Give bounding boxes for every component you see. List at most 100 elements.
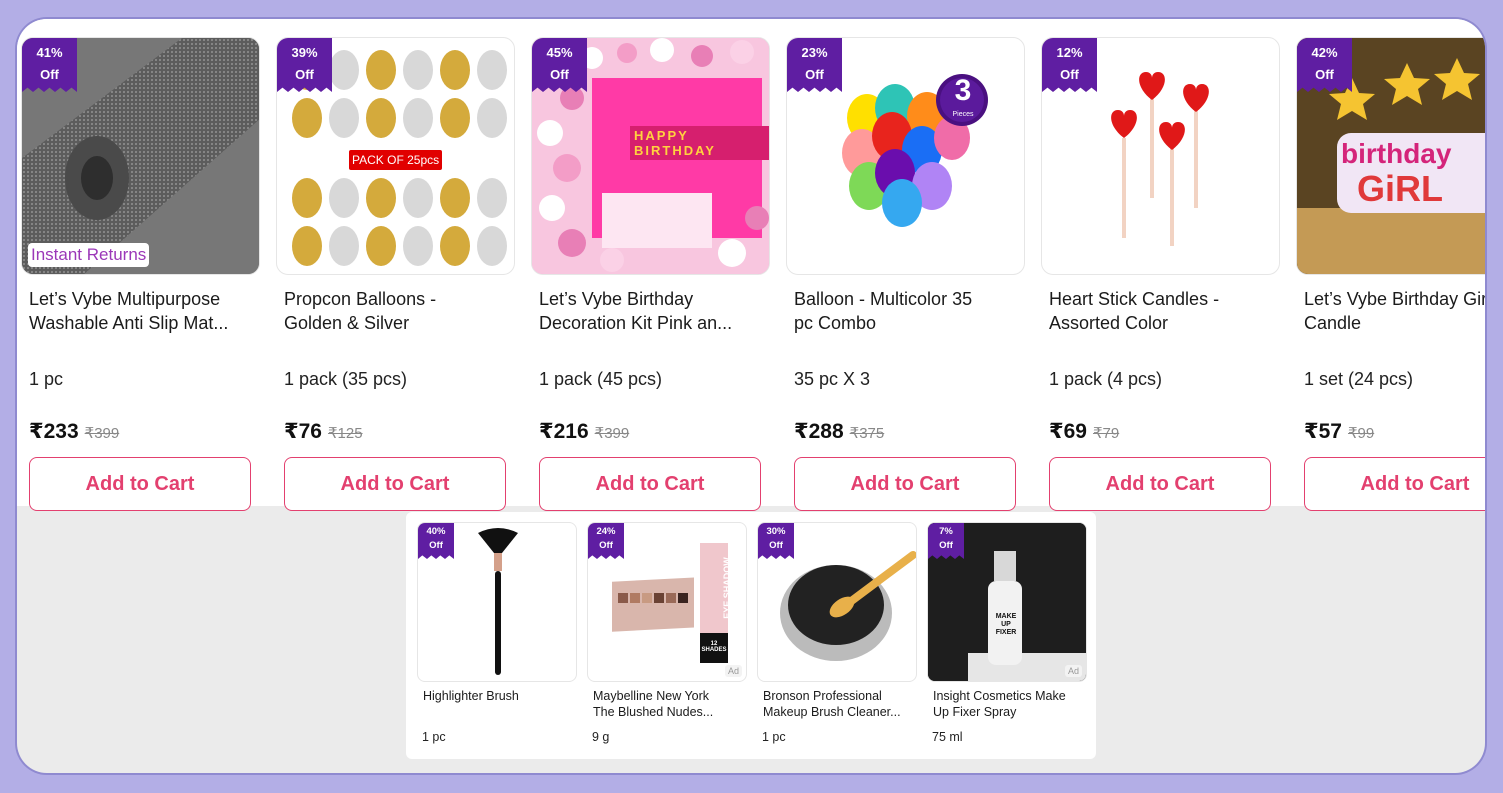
product-quantity: 1 pack (45 pcs)	[539, 369, 663, 389]
ad-product-card[interactable]: 30% Off Bronson Professional Makeup Brush …	[757, 522, 917, 752]
discount-badge: 7% Off	[928, 523, 964, 559]
product-quantity: 1 pc	[29, 369, 64, 389]
product-image[interactable]: 23% Off 3 Pieces	[786, 37, 1025, 275]
product-card[interactable]: 23% Off 3 Pieces Balloon - Multicolor 35…	[786, 37, 1025, 511]
discount-percent: 24%	[596, 526, 616, 537]
product-title-line1: Let’s Vybe Birthday	[539, 289, 694, 309]
ad-title-line1: Highlighter Brush	[423, 689, 519, 703]
product-price: ₹69 ₹79	[1049, 419, 1119, 444]
discount-percent: 42%	[1311, 45, 1338, 60]
ad-product-image[interactable]: 30% Off	[757, 522, 917, 682]
discount-off: Off	[429, 540, 443, 551]
product-title[interactable]: Balloon - Multicolor 35 pc Combo	[794, 287, 1022, 335]
discount-badge: 12% Off	[1042, 38, 1097, 92]
add-to-cart-button[interactable]: Add to Cart	[1049, 457, 1271, 511]
discount-off: Off	[805, 67, 824, 82]
selling-price: ₹233	[29, 420, 79, 443]
ad-title-line2: The Blushed Nudes...	[593, 705, 714, 719]
ad-product-image[interactable]: 24% Off EYE SHADOW 12 SHADES Ad	[587, 522, 747, 682]
discount-off: Off	[550, 67, 569, 82]
product-title-line1: Let’s Vybe Birthday Girl	[1304, 289, 1485, 309]
add-to-cart-button[interactable]: Add to Cart	[284, 457, 506, 511]
product-title[interactable]: Let’s Vybe Birthday Girl Candle	[1304, 287, 1485, 335]
eyeshadow-label: EYE SHADOW	[721, 557, 732, 619]
ad-product-card[interactable]: 7% Off MAKE UP FIXER Ad Insight Cosmetics…	[927, 522, 1087, 752]
instant-returns-tag: Instant Returns	[28, 243, 150, 267]
product-title[interactable]: Heart Stick Candles - Assorted Color	[1049, 287, 1277, 335]
product-carousel: 41% Off Instant Returns Let’s Vybe Multip…	[17, 19, 1485, 511]
product-price: ₹76 ₹125	[284, 419, 363, 444]
ad-product-quantity: 9 g	[592, 730, 610, 744]
product-title-line2: pc Combo	[794, 313, 877, 333]
ad-product-title[interactable]: Bronson Professional Makeup Brush Cleaner…	[763, 688, 915, 720]
discount-percent: 45%	[546, 45, 573, 60]
discount-badge: 39% Off	[277, 38, 332, 92]
product-quantity: 35 pc X 3	[794, 369, 871, 389]
product-image[interactable]: 39% Off PACK OF 25pcs	[276, 37, 515, 275]
mrp-price: ₹99	[1347, 425, 1375, 442]
ad-product-title[interactable]: Maybelline New York The Blushed Nudes...	[593, 688, 745, 720]
discount-badge: 45% Off	[532, 38, 587, 92]
ad-title-line1: Maybelline New York	[593, 689, 710, 703]
product-image[interactable]: 41% Off Instant Returns	[21, 37, 260, 275]
product-card[interactable]: 39% Off PACK OF 25pcs Propcon Balloons - G…	[276, 37, 515, 511]
product-card[interactable]: 45% Off HAPPY BIRTHDAY Let’s Vybe Birthda…	[531, 37, 770, 511]
add-to-cart-button[interactable]: Add to Cart	[1304, 457, 1485, 511]
discount-badge: 42% Off	[1297, 38, 1352, 92]
ad-title-line2: Up Fixer Spray	[933, 705, 1017, 719]
discount-percent: 40%	[426, 526, 446, 537]
product-quantity: 1 set (24 pcs)	[1304, 369, 1414, 389]
product-price: ₹288 ₹375	[794, 419, 884, 444]
mrp-price: ₹125	[327, 425, 363, 442]
selling-price: ₹288	[794, 420, 844, 443]
product-image[interactable]: 12% Off	[1041, 37, 1280, 275]
product-card[interactable]: 41% Off Instant Returns Let’s Vybe Multip…	[21, 37, 260, 511]
ad-product-card[interactable]: 40% Off Highlighter Brush 1 pc	[417, 522, 577, 752]
add-to-cart-button[interactable]: Add to Cart	[794, 457, 1016, 511]
product-title[interactable]: Let’s Vybe Multipurpose Washable Anti Sli…	[29, 287, 257, 335]
product-card[interactable]: 42% Off birthday GiRL Let’s Vybe Birthday…	[1296, 37, 1485, 511]
app-window: 41% Off Instant Returns Let’s Vybe Multip…	[17, 19, 1485, 773]
product-title-line2: Washable Anti Slip Mat...	[29, 313, 229, 333]
selling-price: ₹69	[1049, 420, 1087, 443]
discount-off: Off	[769, 540, 783, 551]
bottle-label: MAKE UP FIXER	[995, 613, 1017, 636]
mrp-price: ₹399	[84, 425, 120, 442]
discount-percent: 23%	[801, 45, 828, 60]
ad-product-image[interactable]: 7% Off MAKE UP FIXER Ad	[927, 522, 1087, 682]
discount-badge: 41% Off	[22, 38, 77, 92]
product-image[interactable]: 42% Off birthday GiRL	[1296, 37, 1485, 275]
discount-percent: 12%	[1056, 45, 1083, 60]
ad-product-title[interactable]: Insight Cosmetics Make Up Fixer Spray	[933, 688, 1085, 720]
mrp-price: ₹399	[594, 425, 630, 442]
discount-percent: 41%	[36, 45, 63, 60]
discount-off: Off	[1315, 67, 1334, 82]
product-title[interactable]: Let’s Vybe Birthday Decoration Kit Pink a…	[539, 287, 767, 335]
product-title-line1: Heart Stick Candles -	[1049, 289, 1220, 309]
ad-title-line1: Bronson Professional	[763, 689, 882, 703]
happy-birthday-banner: HAPPY BIRTHDAY	[630, 126, 769, 160]
mrp-price: ₹79	[1092, 425, 1120, 442]
add-to-cart-button[interactable]: Add to Cart	[539, 457, 761, 511]
product-card[interactable]: 12% Off Heart Stick Candles - Assorted Col…	[1041, 37, 1280, 511]
product-title[interactable]: Propcon Balloons - Golden & Silver	[284, 287, 512, 335]
ad-product-title[interactable]: Highlighter Brush	[423, 688, 575, 704]
mrp-price: ₹375	[849, 425, 885, 442]
product-title-line1: Balloon - Multicolor 35	[794, 289, 973, 309]
ad-title-line1: Insight Cosmetics Make	[933, 689, 1066, 703]
discount-percent: 7%	[939, 526, 953, 537]
product-image[interactable]: 45% Off HAPPY BIRTHDAY	[531, 37, 770, 275]
ad-product-image[interactable]: 40% Off	[417, 522, 577, 682]
ad-product-quantity: 1 pc	[422, 730, 446, 744]
discount-percent: 30%	[766, 526, 786, 537]
sponsored-products: 40% Off Highlighter Brush 1 pc 24% Off E…	[406, 512, 1096, 759]
product-title-line1: Propcon Balloons -	[284, 289, 437, 309]
shades-label: 12 SHADES	[701, 641, 727, 653]
product-title-line2: Assorted Color	[1049, 313, 1169, 333]
add-to-cart-button[interactable]: Add to Cart	[29, 457, 251, 511]
ad-title-line2: Makeup Brush Cleaner...	[763, 705, 901, 719]
ad-product-card[interactable]: 24% Off EYE SHADOW 12 SHADES Ad Maybellin…	[587, 522, 747, 752]
product-quantity: 1 pack (4 pcs)	[1049, 369, 1163, 389]
product-title-line2: Decoration Kit Pink an...	[539, 313, 733, 333]
pieces-count: 3	[954, 74, 972, 107]
